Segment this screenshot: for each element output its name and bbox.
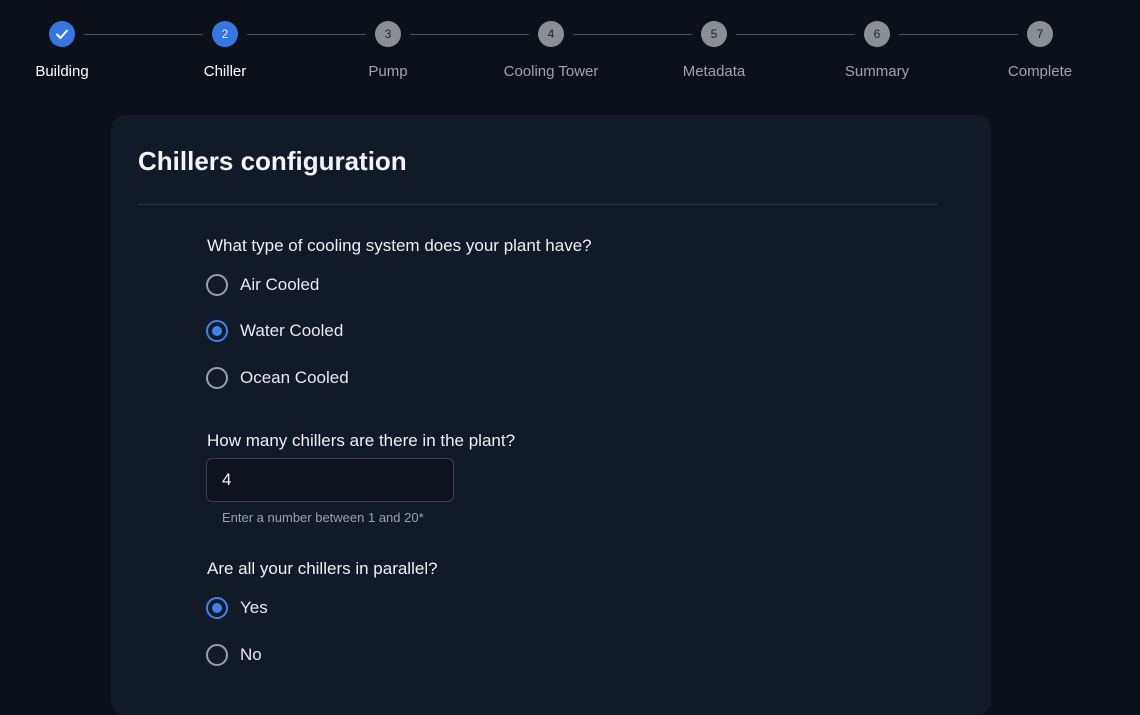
step-metadata[interactable]: 5 Metadata: [649, 21, 779, 80]
step-number: 4: [538, 21, 564, 47]
step-label: Building: [35, 63, 89, 80]
chiller-count-hint: Enter a number between 1 and 20*: [222, 510, 424, 525]
step-pump[interactable]: 3 Pump: [323, 21, 453, 80]
step-number: 7: [1027, 21, 1053, 47]
divider: [138, 204, 938, 205]
parallel-question: Are all your chillers in parallel?: [207, 559, 438, 578]
radio-label: Ocean Cooled: [240, 368, 349, 387]
step-label: Complete: [1007, 63, 1073, 80]
step-number: 5: [701, 21, 727, 47]
step-complete[interactable]: 7 Complete: [975, 21, 1105, 80]
step-label: Pump: [368, 63, 408, 80]
radio-label: Air Cooled: [240, 275, 320, 294]
radio-ocean-cooled[interactable]: Ocean Cooled: [206, 367, 349, 389]
step-number: 6: [864, 21, 890, 47]
step-number: 3: [375, 21, 401, 47]
radio-circle[interactable]: [206, 367, 228, 389]
radio-circle[interactable]: [206, 274, 228, 296]
step-done-indicator: [49, 21, 75, 47]
cooling-type-question: What type of cooling system does your pl…: [207, 236, 592, 255]
radio-circle[interactable]: [206, 644, 228, 666]
radio-circle-selected[interactable]: [206, 320, 228, 342]
step-label: Cooling Tower: [503, 63, 599, 80]
radio-circle-selected[interactable]: [206, 597, 228, 619]
step-label: Metadata: [682, 63, 746, 80]
chiller-count-question: How many chillers are there in the plant…: [207, 431, 516, 450]
step-summary[interactable]: 6 Summary: [812, 21, 942, 80]
radio-label: Water Cooled: [240, 321, 344, 340]
checkmark-icon: [56, 29, 68, 39]
step-building[interactable]: Building: [0, 21, 127, 80]
step-chiller[interactable]: 2 Chiller: [160, 21, 290, 80]
step-cooling-tower[interactable]: 4 Cooling Tower: [486, 21, 616, 80]
page-title: Chillers configuration: [138, 146, 407, 176]
radio-label: No: [240, 645, 262, 664]
radio-label: Yes: [240, 598, 268, 617]
step-number: 2: [212, 21, 238, 47]
step-label: Summary: [844, 63, 910, 80]
radio-air-cooled[interactable]: Air Cooled: [206, 274, 319, 296]
radio-parallel-no[interactable]: No: [206, 644, 262, 666]
radio-water-cooled[interactable]: Water Cooled: [206, 320, 343, 342]
step-label: Chiller: [203, 63, 247, 80]
progress-stepper: Building 2 Chiller 3 Pump 4 Cooling Towe…: [0, 0, 1140, 100]
chillers-config-card: Chillers configuration What type of cool…: [111, 115, 991, 715]
radio-parallel-yes[interactable]: Yes: [206, 597, 268, 619]
chiller-count-input[interactable]: [206, 458, 454, 502]
